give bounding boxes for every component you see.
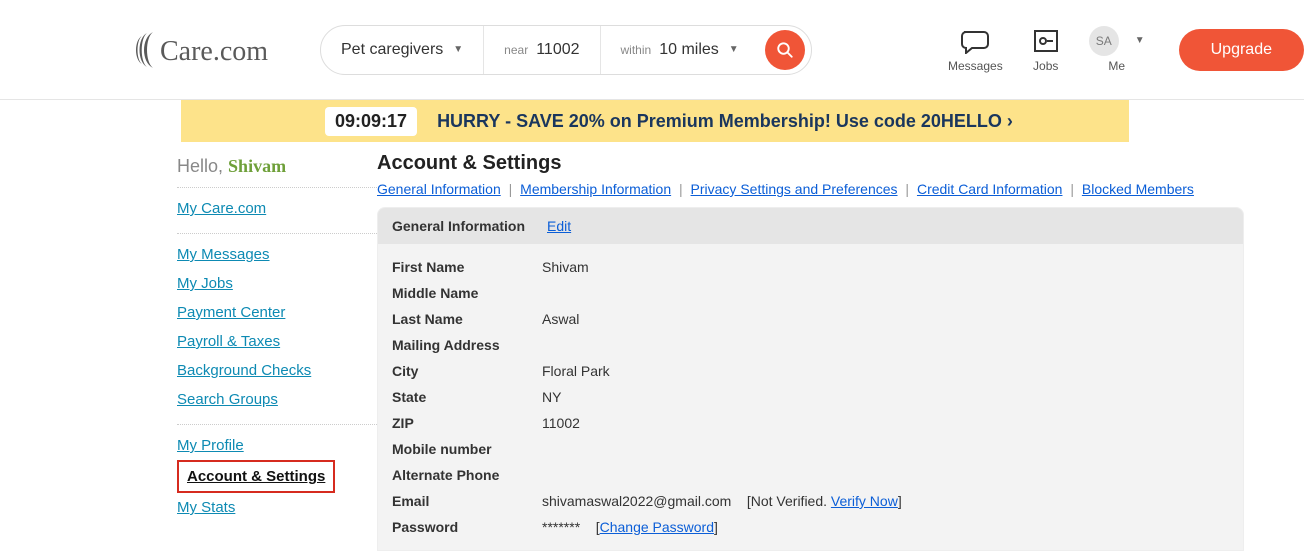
row-label: City [392, 363, 542, 379]
sub-tab[interactable]: Privacy Settings and Preferences [691, 181, 898, 197]
info-row-email: Emailshivamaswal2022@gmail.com [Not Veri… [392, 488, 1229, 514]
row-value [542, 441, 1229, 457]
info-row: Alternate Phone [392, 462, 1229, 488]
within-label: within [621, 43, 652, 57]
email-not-verified: Not Verified. [751, 493, 831, 509]
verify-now-link[interactable]: Verify Now [831, 493, 898, 509]
info-row-password: Password******* [Change Password] [392, 514, 1229, 540]
jobs-icon [1033, 29, 1059, 53]
top-bar: Care.com Pet caregivers ▼ near 11002 wit… [0, 0, 1304, 100]
separator: | [902, 181, 913, 197]
category-selector[interactable]: Pet caregivers ▼ [321, 26, 484, 74]
email-value: shivamaswal2022@gmail.com [542, 493, 731, 509]
row-value: 11002 [542, 415, 1229, 431]
info-row: Mobile number [392, 436, 1229, 462]
change-password-link[interactable]: Change Password [600, 519, 714, 535]
chevron-down-icon: ▼ [1135, 35, 1145, 46]
promo-banner[interactable]: 09:09:17 HURRY - SAVE 20% on Premium Mem… [181, 100, 1129, 142]
row-label: First Name [392, 259, 542, 275]
sub-nav-tabs: General Information | Membership Informa… [377, 181, 1244, 197]
near-segment[interactable]: near 11002 [484, 26, 600, 74]
messages-icon [960, 28, 990, 54]
row-label: Password [392, 519, 542, 535]
countdown-timer: 09:09:17 [325, 107, 417, 136]
sidebar-item[interactable]: Account & Settings [177, 460, 335, 493]
row-value: Aswal [542, 311, 1229, 327]
info-row: Last NameAswal [392, 306, 1229, 332]
general-info-panel: General Information Edit First NameShiva… [377, 207, 1244, 551]
info-row: Middle Name [392, 280, 1229, 306]
sidebar-item[interactable]: My Messages [177, 240, 377, 269]
logo[interactable]: Care.com [130, 30, 290, 70]
bracket: ] [714, 519, 718, 535]
sidebar-item[interactable]: My Stats [177, 493, 377, 522]
info-row: ZIP11002 [392, 410, 1229, 436]
info-row: CityFloral Park [392, 358, 1229, 384]
nav-jobs-label: Jobs [1033, 59, 1058, 73]
sidebar-item[interactable]: Search Groups [177, 385, 377, 414]
sidebar-item[interactable]: Payroll & Taxes [177, 327, 377, 356]
within-value: 10 miles [659, 41, 719, 59]
search-icon [776, 41, 794, 59]
page-title: Account & Settings [377, 152, 1244, 175]
row-label: Alternate Phone [392, 467, 542, 483]
chevron-down-icon: ▼ [453, 44, 463, 55]
separator: | [675, 181, 686, 197]
category-value: Pet caregivers [341, 41, 443, 59]
nav-me-label: Me [1108, 59, 1125, 73]
upgrade-button[interactable]: Upgrade [1179, 29, 1304, 71]
row-label: Middle Name [392, 285, 542, 301]
nav-jobs[interactable]: Jobs [1033, 27, 1059, 73]
row-value [542, 337, 1229, 353]
sidebar-item[interactable]: Payment Center [177, 298, 377, 327]
info-row: StateNY [392, 384, 1229, 410]
row-value: ******* [Change Password] [542, 519, 1229, 535]
row-value [542, 467, 1229, 483]
row-label: Mailing Address [392, 337, 542, 353]
info-row: Mailing Address [392, 332, 1229, 358]
sidebar: Hello, Shivam My Care.com My MessagesMy … [177, 152, 377, 551]
nav-messages-label: Messages [948, 59, 1003, 73]
separator: | [505, 181, 516, 197]
search-button[interactable] [765, 30, 805, 70]
bracket: ] [898, 493, 902, 509]
panel-title: General Information [392, 218, 547, 234]
sub-tab[interactable]: Membership Information [520, 181, 671, 197]
sub-tab[interactable]: Credit Card Information [917, 181, 1063, 197]
nav-me[interactable]: SA ▼ Me [1089, 27, 1145, 73]
near-value: 11002 [536, 41, 579, 59]
near-label: near [504, 43, 528, 57]
sidebar-item[interactable]: My Care.com [177, 194, 377, 223]
within-segment[interactable]: within 10 miles ▼ [601, 26, 759, 74]
row-label: Email [392, 493, 542, 509]
row-label: State [392, 389, 542, 405]
edit-link[interactable]: Edit [547, 218, 571, 234]
info-row: First NameShivam [392, 254, 1229, 280]
nav-messages[interactable]: Messages [948, 27, 1003, 73]
row-value: shivamaswal2022@gmail.com [Not Verified.… [542, 493, 1229, 509]
banner-text: HURRY - SAVE 20% on Premium Membership! … [437, 111, 1013, 132]
separator: | [1066, 181, 1077, 197]
user-name: Shivam [228, 156, 286, 176]
greeting: Hello, Shivam [177, 156, 377, 177]
sidebar-item[interactable]: My Jobs [177, 269, 377, 298]
sidebar-item[interactable]: My Profile [177, 431, 377, 460]
row-value: Shivam [542, 259, 1229, 275]
row-value: Floral Park [542, 363, 1229, 379]
search-pill: Pet caregivers ▼ near 11002 within 10 mi… [320, 25, 812, 75]
main-content: Account & Settings General Information |… [377, 152, 1244, 551]
sub-tab[interactable]: General Information [377, 181, 501, 197]
avatar: SA [1089, 26, 1119, 56]
chevron-down-icon: ▼ [729, 44, 739, 55]
row-value [542, 285, 1229, 301]
password-masked: ******* [542, 519, 580, 535]
row-label: ZIP [392, 415, 542, 431]
hello-text: Hello, [177, 156, 223, 176]
row-value: NY [542, 389, 1229, 405]
row-label: Mobile number [392, 441, 542, 457]
sub-tab[interactable]: Blocked Members [1082, 181, 1194, 197]
row-label: Last Name [392, 311, 542, 327]
svg-text:Care.com: Care.com [160, 36, 268, 67]
sidebar-item[interactable]: Background Checks [177, 356, 377, 385]
